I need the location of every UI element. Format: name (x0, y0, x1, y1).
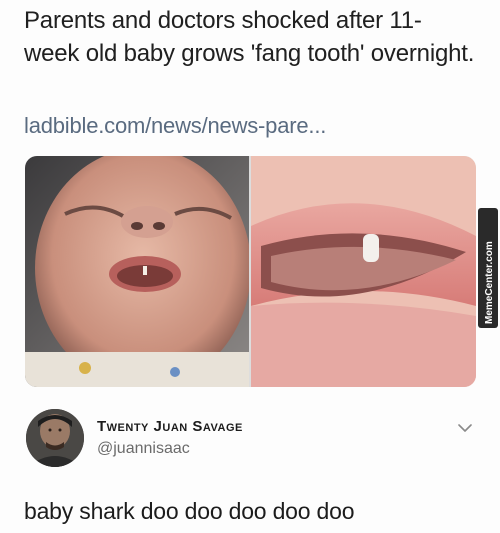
chevron-down-icon[interactable] (458, 423, 472, 433)
display-name[interactable]: Twenty Juan Savage (97, 418, 243, 435)
article-link[interactable]: ladbible.com/news/news-pare... (24, 112, 326, 140)
user-handle[interactable]: @juannisaac (97, 440, 190, 458)
photo-card[interactable] (25, 156, 476, 387)
user-avatar[interactable] (26, 409, 84, 467)
baby-mouth-tooth-photo[interactable] (251, 156, 476, 387)
tweet-text: baby shark doo doo doo doo doo (24, 498, 355, 524)
baby-face-photo[interactable] (25, 156, 249, 387)
watermark-text: MemeCenter.com (484, 241, 495, 324)
photo-caption-strip (120, 381, 270, 387)
watermark: MemeCenter.com (478, 208, 498, 328)
headline-text: Parents and doctors shocked after 11-wee… (24, 7, 475, 67)
